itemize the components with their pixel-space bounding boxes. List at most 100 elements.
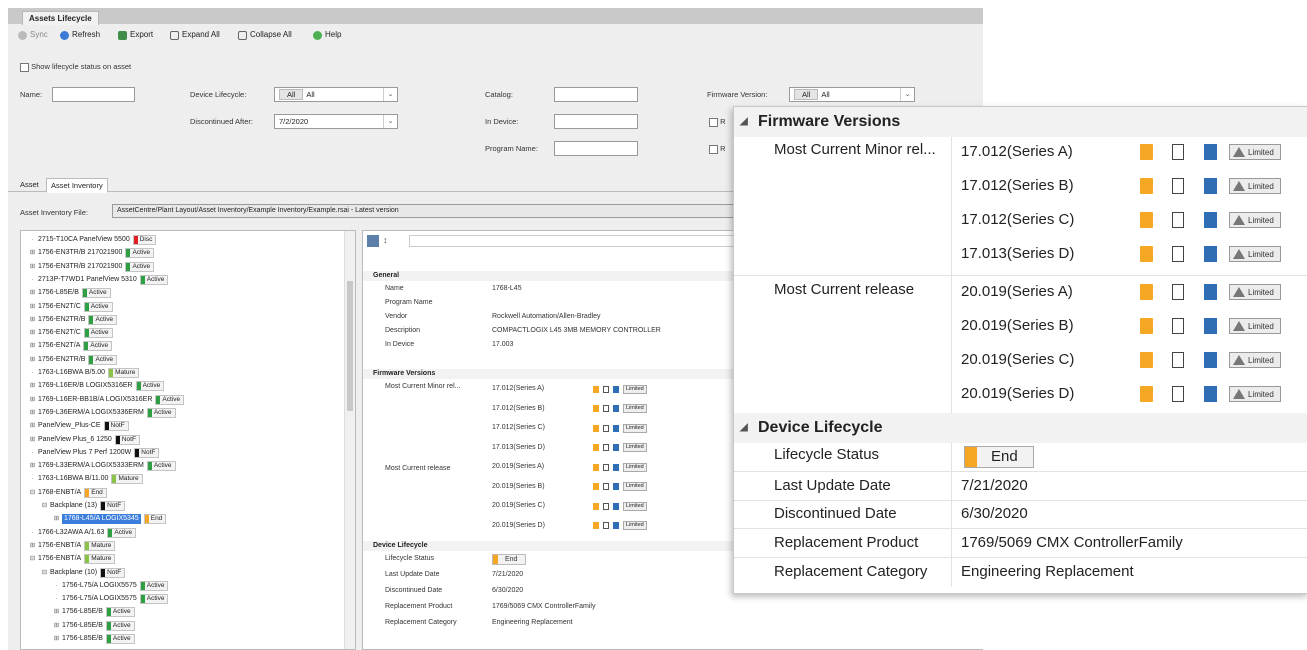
tree-row[interactable]: · PanelView Plus 7 Perf 1200W NotF <box>29 447 160 458</box>
overlay-firmware-header[interactable]: ◢ Firmware Versions <box>734 107 1307 137</box>
release-notes-icon[interactable] <box>593 483 599 490</box>
tree-row[interactable]: ⊞ 1756-L85E/B Active <box>29 288 111 299</box>
option-a[interactable]: R <box>709 117 726 127</box>
release-notes-icon[interactable] <box>1140 352 1153 368</box>
release-notes-icon[interactable] <box>593 463 599 471</box>
expander-icon[interactable]: · <box>29 368 36 378</box>
expander-icon[interactable]: ⊞ <box>29 421 36 431</box>
tree-row[interactable]: ⊟ 1756-ENBT/A Mature <box>29 554 116 565</box>
expander-icon[interactable]: · <box>29 235 36 245</box>
tree-row[interactable]: ⊞ 1756-EN3TR/B 217021900 Active <box>29 248 155 259</box>
expander-icon[interactable]: ⊞ <box>53 621 60 631</box>
expander-icon[interactable]: ⊟ <box>29 488 36 498</box>
document-icon[interactable] <box>603 502 609 510</box>
expander-icon[interactable]: ⊞ <box>29 381 36 391</box>
device-lifecycle-select[interactable]: All All ⌄ <box>274 87 398 102</box>
expander-icon[interactable]: ⊞ <box>29 541 36 551</box>
document-icon[interactable] <box>1172 178 1184 194</box>
program-name-input[interactable] <box>554 141 638 156</box>
tree-row[interactable]: · 1766-L32AWA A/1.63 Active <box>29 527 137 538</box>
expander-icon[interactable]: ⊞ <box>53 514 60 524</box>
compare-icon[interactable] <box>613 463 619 471</box>
release-notes-icon[interactable] <box>1140 284 1153 300</box>
release-notes-icon[interactable] <box>593 502 599 510</box>
tree-row[interactable]: ⊞ 1756-ENBT/A Mature <box>29 540 116 551</box>
catalog-input[interactable] <box>554 87 638 102</box>
categorized-view-icon[interactable] <box>367 235 379 247</box>
tree-row[interactable]: ⊟ 1768-ENBT/A End <box>29 487 107 498</box>
expander-icon[interactable]: · <box>53 581 60 591</box>
help-button[interactable]: Help <box>313 29 341 41</box>
document-icon[interactable] <box>1172 284 1184 300</box>
document-icon[interactable] <box>1172 212 1184 228</box>
release-notes-icon[interactable] <box>593 444 599 451</box>
expander-icon[interactable]: · <box>29 448 36 458</box>
release-notes-icon[interactable] <box>1140 144 1153 160</box>
tree-row[interactable]: ⊞ PanelView Plus_6 1250 NotF <box>29 434 140 445</box>
document-icon[interactable] <box>1172 318 1184 334</box>
release-notes-icon[interactable] <box>593 522 599 529</box>
compare-icon[interactable] <box>1204 246 1217 262</box>
compare-icon[interactable] <box>613 385 619 393</box>
compare-icon[interactable] <box>613 522 619 529</box>
tree-row[interactable]: ⊞ 1769-L33ERM/A LOGIX5333ERM Active <box>29 461 176 472</box>
refresh-button[interactable]: Refresh <box>60 29 100 41</box>
expander-icon[interactable]: · <box>53 594 60 604</box>
tree-scrollbar-thumb[interactable] <box>347 281 353 411</box>
release-notes-icon[interactable] <box>593 405 599 412</box>
show-lifecycle-checkbox[interactable] <box>20 62 29 72</box>
document-icon[interactable] <box>1172 246 1184 262</box>
tree-row[interactable]: ⊞ 1756-EN3TR/B 217021900 Active <box>29 261 155 272</box>
option-a-checkbox[interactable] <box>709 117 718 127</box>
release-notes-icon[interactable] <box>593 424 599 432</box>
tree-row[interactable]: · 1763-L16BWA B/11.00 Mature <box>29 474 143 485</box>
tab-assets-lifecycle[interactable]: Assets Lifecycle <box>22 11 99 25</box>
document-icon[interactable] <box>603 424 609 432</box>
compare-icon[interactable] <box>1204 284 1217 300</box>
compare-icon[interactable] <box>613 405 619 412</box>
document-icon[interactable] <box>603 522 609 529</box>
compare-icon[interactable] <box>1204 212 1217 228</box>
expander-icon[interactable]: ⊞ <box>53 634 60 644</box>
release-notes-icon[interactable] <box>1140 318 1153 334</box>
compare-icon[interactable] <box>1204 386 1217 402</box>
expand-all-button[interactable]: Expand All <box>170 29 220 41</box>
expander-icon[interactable]: ⊞ <box>29 355 36 365</box>
expander-icon[interactable]: ⊞ <box>29 315 36 325</box>
tree-row[interactable]: ⊟ Backplane (10) NotF <box>41 567 126 578</box>
tree-row[interactable]: · 1763-L16BWA B/5.00 Mature <box>29 368 140 378</box>
tree-row[interactable]: ⊞ 1756-L85E/B Active <box>53 620 135 631</box>
document-icon[interactable] <box>603 444 609 451</box>
tree-row[interactable]: · 1756-L75/A LOGIX5575 Active <box>53 594 169 605</box>
tree-row[interactable]: ⊞ 1756-EN2TR/B Active <box>29 314 118 325</box>
tree-row[interactable]: · 2715-T10CA PanelView 5500 Disc <box>29 235 157 245</box>
compare-icon[interactable] <box>613 502 619 510</box>
compare-icon[interactable] <box>613 444 619 451</box>
tab-asset-inventory[interactable]: Asset Inventory <box>46 178 108 193</box>
compare-icon[interactable] <box>1204 352 1217 368</box>
expander-icon[interactable]: ⊞ <box>29 461 36 471</box>
compare-icon[interactable] <box>1204 144 1217 160</box>
tree-row[interactable]: ⊞ 1756-EN2T/A Active <box>29 341 113 352</box>
compare-icon[interactable] <box>1204 178 1217 194</box>
tree-scrollbar[interactable] <box>344 231 355 649</box>
expander-icon[interactable]: ⊞ <box>29 395 36 405</box>
tree-row[interactable]: ⊞ 1769-L36ERM/A LOGIX5336ERM Active <box>29 407 176 418</box>
tree-row[interactable]: ⊞ 1756-EN2T/C Active <box>29 301 113 312</box>
expander-icon[interactable]: ⊞ <box>29 328 36 338</box>
option-b[interactable]: R <box>709 144 726 154</box>
tree-row[interactable]: ⊞ 1756-L85E/B Active <box>53 634 135 644</box>
export-button[interactable]: Export <box>118 29 153 41</box>
asset-tree[interactable]: · 2715-T10CA PanelView 5500 Disc ⊞ 1756-EN3T… <box>20 230 356 650</box>
expander-icon[interactable]: ⊞ <box>29 408 36 418</box>
document-icon[interactable] <box>1172 144 1184 160</box>
compare-icon[interactable] <box>1204 318 1217 334</box>
tree-row[interactable]: ⊞ 1756-EN2T/C Active <box>29 328 113 339</box>
release-notes-icon[interactable] <box>593 385 599 393</box>
expander-icon[interactable]: · <box>29 275 36 285</box>
firmware-version-select[interactable]: All All ⌄ <box>789 87 915 102</box>
tree-row[interactable]: ⊞ 1769-L16ER-BB1B/A LOGIX5316ER Active <box>29 394 185 405</box>
tree-row[interactable]: ⊞ PanelView_Plus-CE NotF <box>29 421 129 432</box>
tree-row[interactable]: ⊞ 1756-L85E/B Active <box>53 607 135 618</box>
document-icon[interactable] <box>603 385 609 393</box>
